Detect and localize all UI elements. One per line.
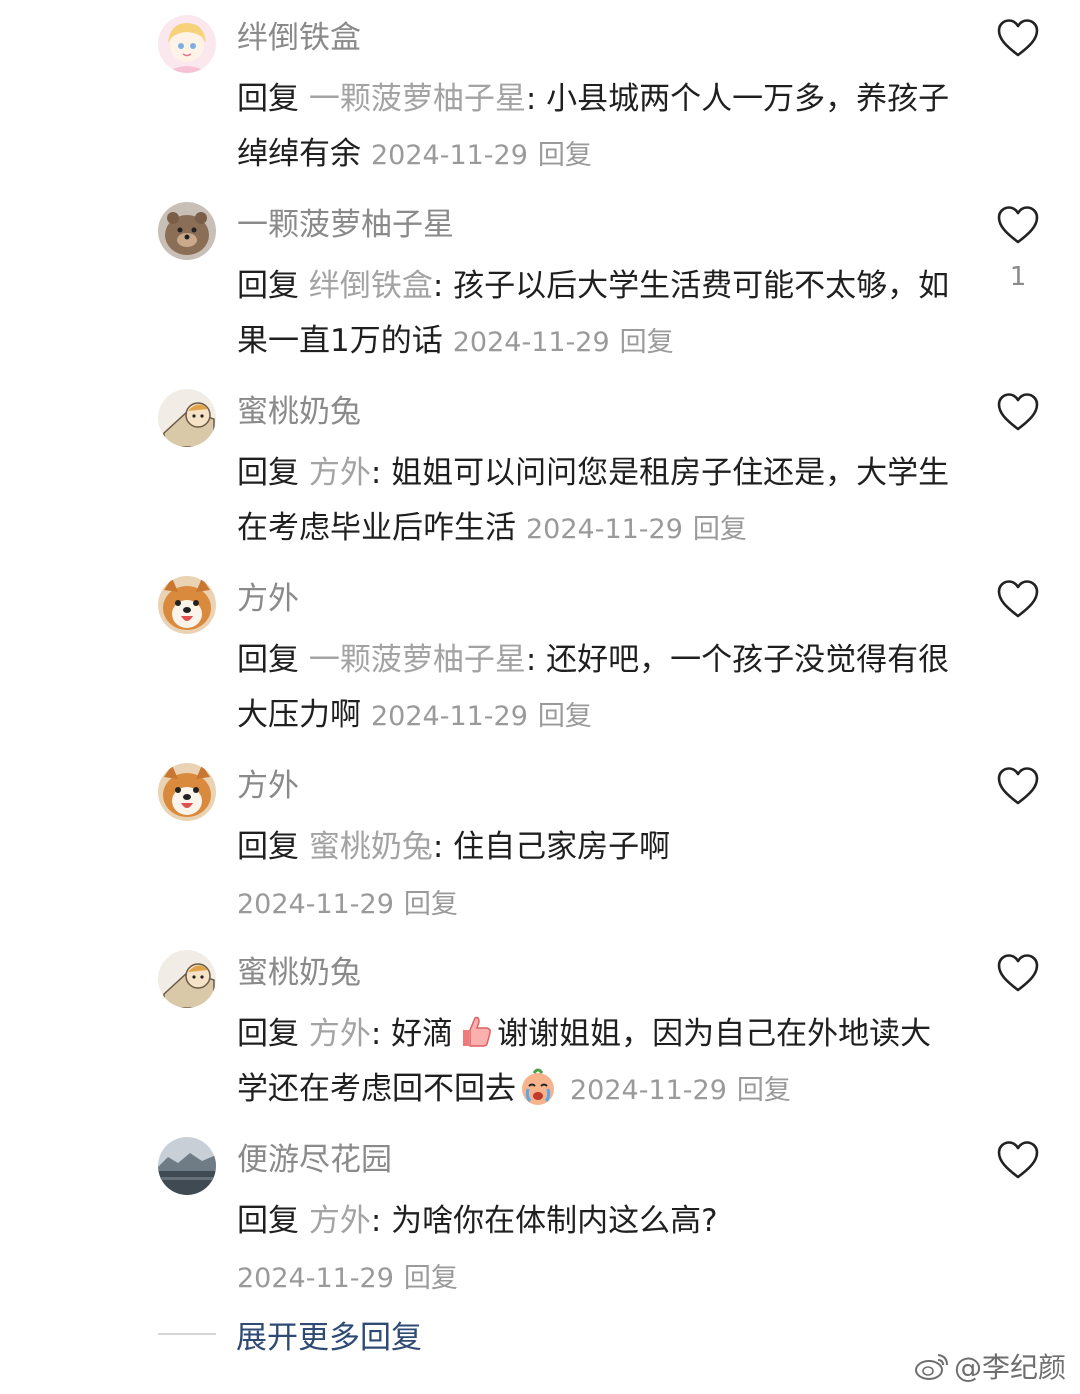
reply-prefix: 回复: [237, 268, 309, 304]
comment-body: 回复 蜜桃奶兔: 住自己家房子啊 2024-11-29 回复: [237, 820, 957, 932]
reply-prefix: 回复: [237, 1016, 309, 1052]
divider: [158, 1333, 216, 1335]
reply-target[interactable]: 蜜桃奶兔: [309, 829, 433, 865]
reply-target[interactable]: 绊倒铁盒: [309, 268, 433, 304]
reply-target[interactable]: 一颗菠萝柚子星: [309, 642, 526, 678]
like-heart-icon[interactable]: [996, 205, 1040, 245]
reply-prefix: 回复: [237, 1203, 309, 1239]
like-heart-icon[interactable]: [996, 1140, 1040, 1180]
comment-body: 回复 方外: 姐姐可以问问您是租房子住还是，大学生在考虑毕业后咋生活 2024-1…: [237, 455, 950, 546]
comment-meta: 2024-11-29 回复: [237, 877, 957, 932]
like-heart-icon[interactable]: [996, 392, 1040, 432]
reply-button[interactable]: 回复: [404, 1263, 458, 1294]
reply-prefix: 回复: [237, 642, 309, 678]
expand-more-replies[interactable]: 展开更多回复: [158, 1312, 422, 1356]
comment-text: 好滴: [391, 1016, 454, 1052]
reply-target[interactable]: 方外: [309, 455, 371, 491]
username[interactable]: 方外: [237, 579, 299, 619]
reply-button[interactable]: 回复: [404, 889, 458, 920]
comment-date: 2024-11-29: [371, 140, 528, 171]
like-count: 1: [1009, 262, 1027, 292]
comment-body: 回复 绊倒铁盒: 孩子以后大学生活费可能不太够，如果一直1万的话 2024-11-…: [237, 268, 950, 359]
username[interactable]: 一颗菠萝柚子星: [237, 205, 454, 245]
crying-face-emoji-icon: [518, 1067, 558, 1107]
comment-date: 2024-11-29: [452, 327, 610, 358]
username[interactable]: 方外: [237, 766, 299, 806]
comment-text: 住自己家房子啊: [453, 829, 671, 865]
watermark-text: @李纪颜: [953, 1351, 1066, 1384]
comment-meta: 2024-11-29 回复: [237, 1251, 957, 1306]
comment-date: 2024-11-29: [570, 1075, 727, 1106]
comment-text: 为啥你在体制内这么高?: [391, 1203, 718, 1239]
avatar[interactable]: [158, 576, 216, 634]
comment-date: 2024-11-29: [526, 514, 683, 545]
comment-date: 2024-11-29: [237, 889, 394, 920]
username[interactable]: 蜜桃奶兔: [237, 953, 361, 993]
thumbs-up-emoji-icon: [455, 1012, 495, 1052]
reply-prefix: 回复: [237, 81, 309, 117]
reply-button[interactable]: 回复: [538, 140, 592, 171]
avatar[interactable]: [158, 950, 216, 1008]
avatar[interactable]: [158, 15, 216, 73]
username[interactable]: 蜜桃奶兔: [237, 392, 361, 432]
like-heart-icon[interactable]: [996, 579, 1040, 619]
comment-meta: 2024-11-29 回复: [453, 327, 674, 358]
reply-target[interactable]: 方外: [309, 1203, 371, 1239]
reply-button[interactable]: 回复: [538, 701, 592, 732]
reply-target[interactable]: 一颗菠萝柚子星: [309, 81, 526, 117]
like-heart-icon[interactable]: [996, 18, 1040, 58]
reply-button[interactable]: 回复: [737, 1075, 791, 1106]
comment-body: 回复 一颗菠萝柚子星: 还好吧，一个孩子没觉得有很大压力啊 2024-11-29 回…: [237, 642, 950, 733]
reply-button[interactable]: 回复: [620, 327, 674, 358]
avatar[interactable]: [158, 202, 216, 260]
comment-thread: 绊倒铁盒 回复 一颗菠萝柚子星: 小县城两个人一万多，养孩子绰绰有余 2024-1…: [0, 0, 1080, 1394]
reply-prefix: 回复: [237, 829, 309, 865]
reply-button[interactable]: 回复: [693, 514, 747, 545]
avatar[interactable]: [158, 389, 216, 447]
watermark: @李纪颜: [914, 1346, 1066, 1386]
weibo-logo-icon: [914, 1354, 948, 1380]
comment-date: 2024-11-29: [237, 1263, 394, 1294]
like-heart-icon[interactable]: [996, 953, 1040, 993]
comment-body: 回复 方外: 为啥你在体制内这么高? 2024-11-29 回复: [237, 1194, 957, 1306]
comment-body: 回复 一颗菠萝柚子星: 小县城两个人一万多，养孩子绰绰有余 2024-11-29 回…: [237, 81, 950, 172]
comment-meta: 2024-11-29 回复: [526, 514, 747, 545]
username[interactable]: 绊倒铁盒: [237, 18, 361, 58]
like-heart-icon[interactable]: [996, 766, 1040, 806]
comment-meta: 2024-11-29 回复: [371, 140, 592, 171]
reply-target[interactable]: 方外: [309, 1016, 371, 1052]
comment-body: 回复 方外: 好滴 谢谢姐姐，因为自己在外地读大学还在考虑回不回去 2024-11-…: [237, 1007, 957, 1118]
avatar[interactable]: [158, 1137, 216, 1195]
comment-date: 2024-11-29: [371, 701, 528, 732]
avatar[interactable]: [158, 763, 216, 821]
expand-more-replies-label[interactable]: 展开更多回复: [236, 1312, 422, 1357]
comment-meta: 2024-11-29 回复: [371, 701, 592, 732]
username[interactable]: 便游尽花园: [237, 1140, 392, 1180]
comment-meta: 2024-11-29 回复: [570, 1075, 791, 1106]
reply-prefix: 回复: [237, 455, 309, 491]
